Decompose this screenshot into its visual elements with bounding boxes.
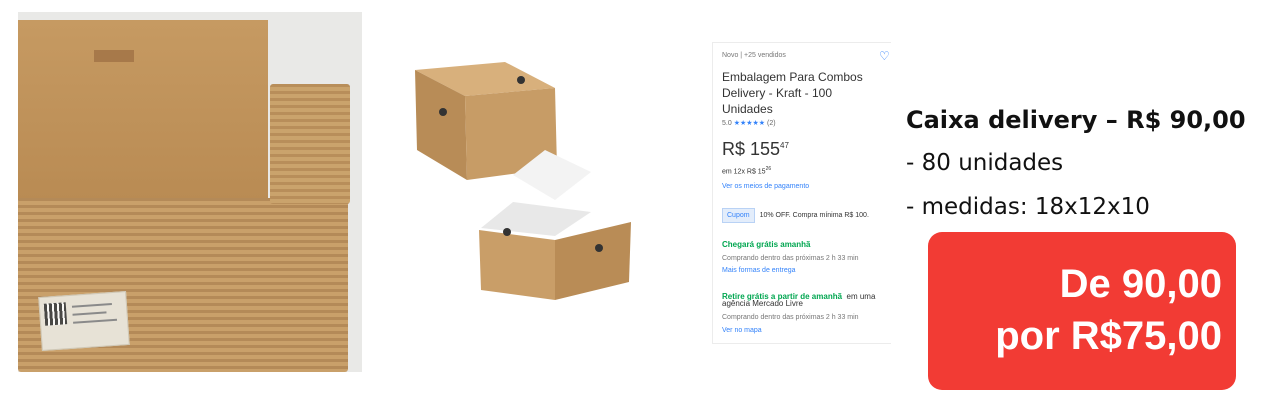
sale-price: por R$75,00 [995,314,1222,358]
coupon-icon[interactable]: Cupom [722,208,755,223]
box-lid-flap [94,50,134,62]
product-dimensions: - medidas: 18x12x10 [906,194,1150,220]
delivery-title: Chegará grátis amanhã [722,240,811,249]
delivery-note: Comprando dentro das próximas 2 h 33 min [722,255,859,262]
price-main: R$ 155 [722,139,781,159]
listing-card[interactable]: ♡ Novo | +25 vendidos Embalagem Para Com… [712,42,891,344]
coupon-row[interactable]: Cupom 10% OFF. Compra mínima R$ 100. [722,208,869,223]
product-title: Caixa delivery – R$ 90,00 [906,106,1246,134]
label-line [71,303,112,308]
installments-value: em 12x R$ 15 [722,168,766,176]
coupon-tag-label: Cupom [727,212,750,219]
listing-title[interactable]: Embalagem Para Combos Delivery - Kraft -… [722,69,882,117]
original-price: De 90,00 [1059,262,1222,306]
map-link[interactable]: Ver no mapa [722,327,762,334]
label-line [72,311,107,316]
pickup-title-rest: em uma [846,292,876,301]
barcode-label [38,290,130,352]
installments: em 12x R$ 1526 [722,166,771,175]
heart-icon[interactable]: ♡ [879,49,890,63]
price-cents: 47 [780,141,789,150]
installments-cents: 26 [765,166,772,172]
promo-price-box: De 90,00 por R$75,00 [928,232,1236,390]
rating-value: 5.0 [722,120,732,127]
box-illustration [415,62,631,300]
qr-code-icon [43,302,68,326]
star-rating-icon: ★★★★★ [733,120,766,127]
rating[interactable]: 5.0 ★★★★★ (2) [722,119,776,127]
price: R$ 15547 [722,139,789,160]
product-photo [18,12,362,372]
rating-count: (2) [767,120,776,127]
cardboard-box-photo [18,20,268,200]
payment-methods-link[interactable]: Ver os meios de pagamento [722,183,809,190]
stack-layer [270,84,350,204]
pickup-note: Comprando dentro das próximas 2 h 33 min [722,314,859,321]
pickup-place: agência Mercado Livre [722,299,803,308]
label-line [73,318,118,324]
listing-meta: Novo | +25 vendidos [722,52,786,59]
coupon-text: 10% OFF. Compra mínima R$ 100. [759,212,869,219]
delivery-options-link[interactable]: Mais formas de entrega [722,267,796,274]
product-quantity: - 80 unidades [906,150,1064,176]
